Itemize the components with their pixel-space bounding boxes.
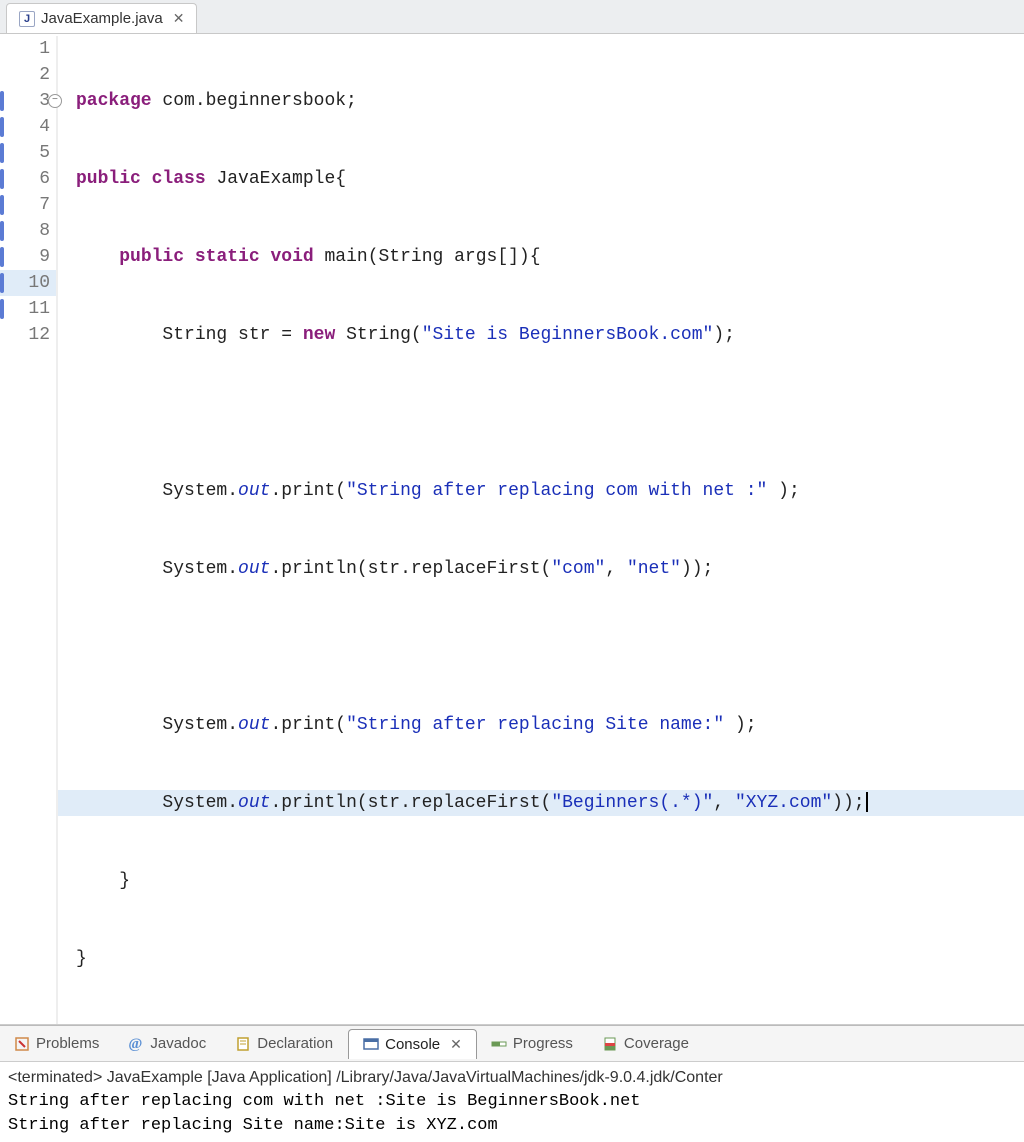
code-line: System.out.println(str.replaceFirst("com… [76, 556, 1024, 582]
text-cursor [866, 792, 868, 812]
code-line: } [76, 868, 1024, 894]
line-number: 12 [0, 322, 50, 348]
code-content[interactable]: package com.beginnersbook; public class … [58, 36, 1024, 1024]
file-tab-label: JavaExample.java [41, 10, 163, 27]
tab-label: Javadoc [150, 1035, 206, 1052]
editor-area: J JavaExample.java ✕ 1 2 3− 4 5 6 7 8 9 … [0, 0, 1024, 1025]
line-number: 2 [0, 62, 50, 88]
line-number: 5 [0, 140, 50, 166]
file-tab-javaexample[interactable]: J JavaExample.java ✕ [6, 3, 197, 33]
tab-label: Declaration [257, 1035, 333, 1052]
tab-label: Progress [513, 1035, 573, 1052]
console-line: String after replacing com with net :Sit… [8, 1090, 1016, 1114]
bottom-panel: Problems @ Javadoc Declaration Console ✕… [0, 1025, 1024, 1142]
console-icon [363, 1036, 379, 1052]
editor-tab-bar: J JavaExample.java ✕ [0, 0, 1024, 34]
tab-label: Console [385, 1036, 440, 1053]
progress-icon [491, 1036, 507, 1052]
coverage-icon [602, 1036, 618, 1052]
console-line: String after replacing Site name:Site is… [8, 1114, 1016, 1138]
console-run-header: <terminated> JavaExample [Java Applicati… [8, 1066, 1016, 1090]
java-file-icon: J [19, 11, 35, 27]
code-line: } [76, 946, 1024, 972]
console-output[interactable]: <terminated> JavaExample [Java Applicati… [0, 1062, 1024, 1142]
line-number: 10 [0, 270, 56, 296]
tab-label: Problems [36, 1035, 99, 1052]
tab-declaration[interactable]: Declaration [221, 1029, 348, 1058]
line-number: 1 [0, 36, 50, 62]
line-number: 11 [0, 296, 50, 322]
line-number: 7 [0, 192, 50, 218]
code-line [76, 400, 1024, 426]
view-tab-bar: Problems @ Javadoc Declaration Console ✕… [0, 1026, 1024, 1062]
code-line: System.out.print("String after replacing… [76, 478, 1024, 504]
problems-icon [14, 1036, 30, 1052]
code-line: package com.beginnersbook; [76, 88, 1024, 114]
line-number: 3− [0, 88, 50, 114]
code-line: public class JavaExample{ [76, 166, 1024, 192]
line-number: 4 [0, 114, 50, 140]
tab-problems[interactable]: Problems [0, 1029, 114, 1058]
code-area[interactable]: 1 2 3− 4 5 6 7 8 9 10 11 12 package com.… [0, 34, 1024, 1024]
code-line: String str = new String("Site is Beginne… [76, 322, 1024, 348]
line-number: 9 [0, 244, 50, 270]
code-line [76, 634, 1024, 660]
fold-toggle-icon[interactable]: − [48, 94, 62, 108]
tab-coverage[interactable]: Coverage [588, 1029, 704, 1058]
code-line: System.out.print("String after replacing… [76, 712, 1024, 738]
close-view-icon[interactable]: ✕ [450, 1036, 462, 1053]
tab-console[interactable]: Console ✕ [348, 1029, 477, 1059]
line-number: 6 [0, 166, 50, 192]
code-line: public static void main(String args[]){ [76, 244, 1024, 270]
tab-progress[interactable]: Progress [477, 1029, 588, 1058]
close-tab-icon[interactable]: ✕ [173, 10, 185, 27]
line-number-gutter: 1 2 3− 4 5 6 7 8 9 10 11 12 [0, 36, 58, 1024]
code-line-active: System.out.println(str.replaceFirst("Beg… [58, 790, 1024, 816]
tab-javadoc[interactable]: @ Javadoc [114, 1029, 221, 1058]
line-number: 8 [0, 218, 50, 244]
declaration-icon [235, 1036, 251, 1052]
javadoc-icon: @ [128, 1036, 144, 1052]
tab-label: Coverage [624, 1035, 689, 1052]
